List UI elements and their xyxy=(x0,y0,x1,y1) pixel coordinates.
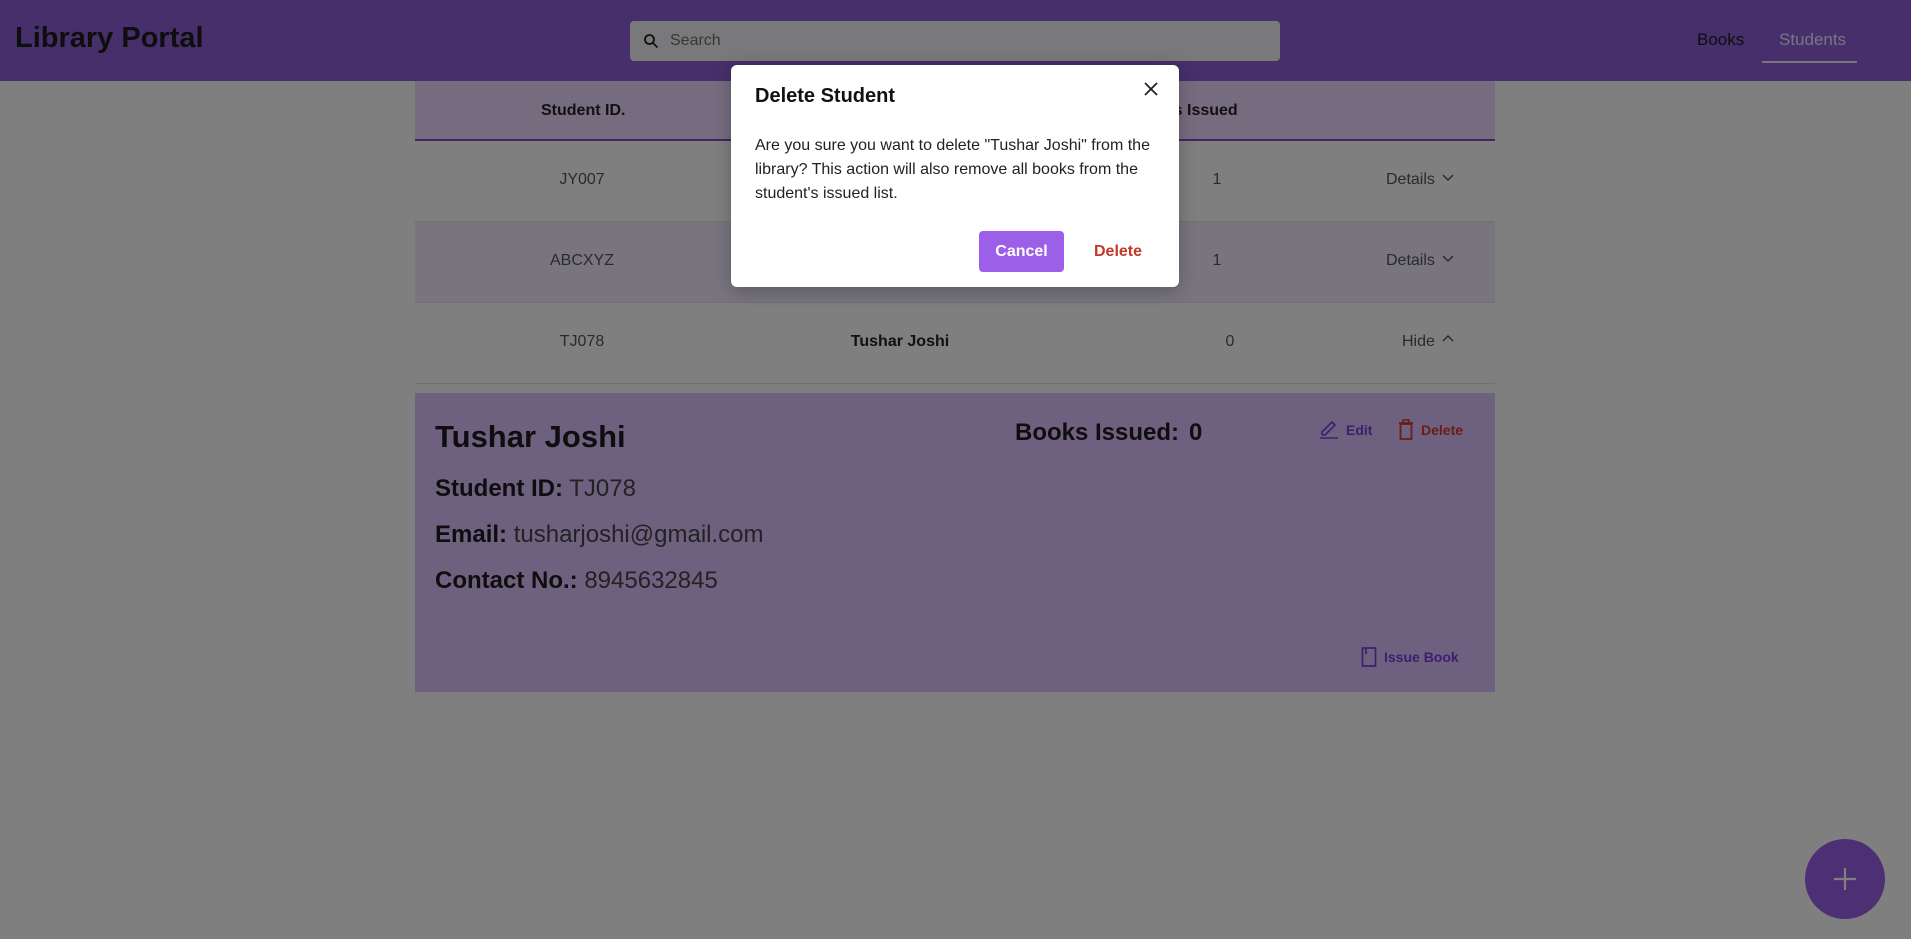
delete-student-dialog: Delete Student Are you sure you want to … xyxy=(731,65,1179,287)
close-icon[interactable] xyxy=(1142,80,1160,98)
dialog-message: Are you sure you want to delete "Tushar … xyxy=(755,137,1150,202)
dialog-title: Delete Student xyxy=(755,85,896,107)
confirm-delete-button[interactable]: Delete xyxy=(1078,231,1158,272)
cancel-button[interactable]: Cancel xyxy=(979,231,1064,272)
